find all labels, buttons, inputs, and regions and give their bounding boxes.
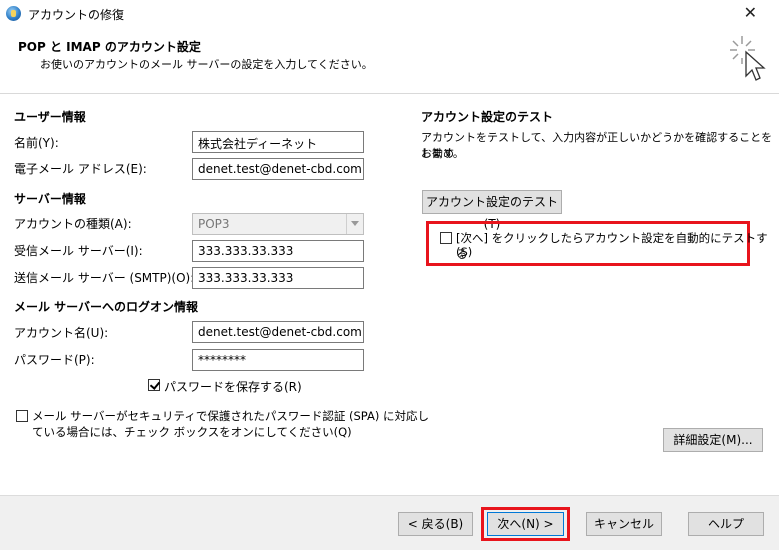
test-description-line2: します。 xyxy=(421,147,464,160)
account-name-field[interactable]: denet.test@denet-cbd.com xyxy=(192,321,364,343)
user-info-heading: ユーザー情報 xyxy=(14,110,86,124)
email-label: 電子メール アドレス(E): xyxy=(14,162,147,176)
spa-checkbox[interactable] xyxy=(16,410,28,422)
auto-test-label-line1: [次へ] をクリックしたらアカウント設定を自動的にテストする xyxy=(456,231,768,261)
email-field[interactable]: denet.test@denet-cbd.com xyxy=(192,158,364,180)
account-name-label: アカウント名(U): xyxy=(14,326,109,340)
auto-test-label-line2: (S) xyxy=(456,245,473,259)
outgoing-server-label: 送信メール サーバー (SMTP)(O): xyxy=(14,271,195,285)
test-heading: アカウント設定のテスト xyxy=(421,110,554,124)
name-field[interactable]: 株式会社ディーネット xyxy=(192,131,364,153)
more-settings-button[interactable]: 詳細設定(M)... xyxy=(663,428,763,452)
server-info-heading: サーバー情報 xyxy=(14,192,86,206)
help-button[interactable]: ヘルプ xyxy=(688,512,764,536)
save-password-label: パスワードを保存する(R) xyxy=(164,380,302,394)
account-type-label: アカウントの種類(A): xyxy=(14,217,132,231)
spa-label-line1: メール サーバーがセキュリティで保護されたパスワード認証 (SPA) に対応し xyxy=(32,409,429,423)
wizard-header: POP と IMAP のアカウント設定 お使いのアカウントのメール サーバーの設… xyxy=(0,28,779,94)
account-type-value: POP3 xyxy=(198,217,230,231)
back-button[interactable]: < 戻る(B) xyxy=(398,512,473,536)
save-password-checkbox[interactable] xyxy=(148,379,160,391)
test-description-line1: アカウントをテストして、入力内容が正しいかどうかを確認することをお勧め xyxy=(421,131,773,160)
auto-test-checkbox[interactable] xyxy=(440,232,452,244)
cancel-button[interactable]: キャンセル xyxy=(586,512,662,536)
incoming-server-field[interactable]: 333.333.33.333 xyxy=(192,240,364,262)
highlight-box-next xyxy=(481,507,570,541)
page-title: POP と IMAP のアカウント設定 xyxy=(18,40,201,54)
incoming-server-label: 受信メール サーバー(I): xyxy=(14,244,143,258)
logon-info-heading: メール サーバーへのログオン情報 xyxy=(14,300,199,314)
title-bar: アカウントの修復 ✕ xyxy=(0,0,779,28)
account-type-select: POP3 xyxy=(192,213,364,235)
close-icon[interactable]: ✕ xyxy=(744,3,757,23)
chevron-down-icon xyxy=(346,214,363,234)
window-title: アカウントの修復 xyxy=(28,8,125,22)
footer-bar xyxy=(0,496,779,550)
outlook-app-icon xyxy=(6,6,21,21)
test-account-button[interactable]: アカウント設定のテスト(T) xyxy=(422,190,562,231)
password-field[interactable]: ******** xyxy=(192,349,364,371)
outgoing-server-field[interactable]: 333.333.33.333 xyxy=(192,267,364,289)
wizard-cursor-icon xyxy=(730,36,766,81)
name-label: 名前(Y): xyxy=(14,136,59,150)
spa-label-line2: ている場合には、チェック ボックスをオンにしてください(Q) xyxy=(32,425,352,439)
page-subtitle: お使いのアカウントのメール サーバーの設定を入力してください。 xyxy=(40,58,373,71)
password-label: パスワード(P): xyxy=(14,353,95,367)
